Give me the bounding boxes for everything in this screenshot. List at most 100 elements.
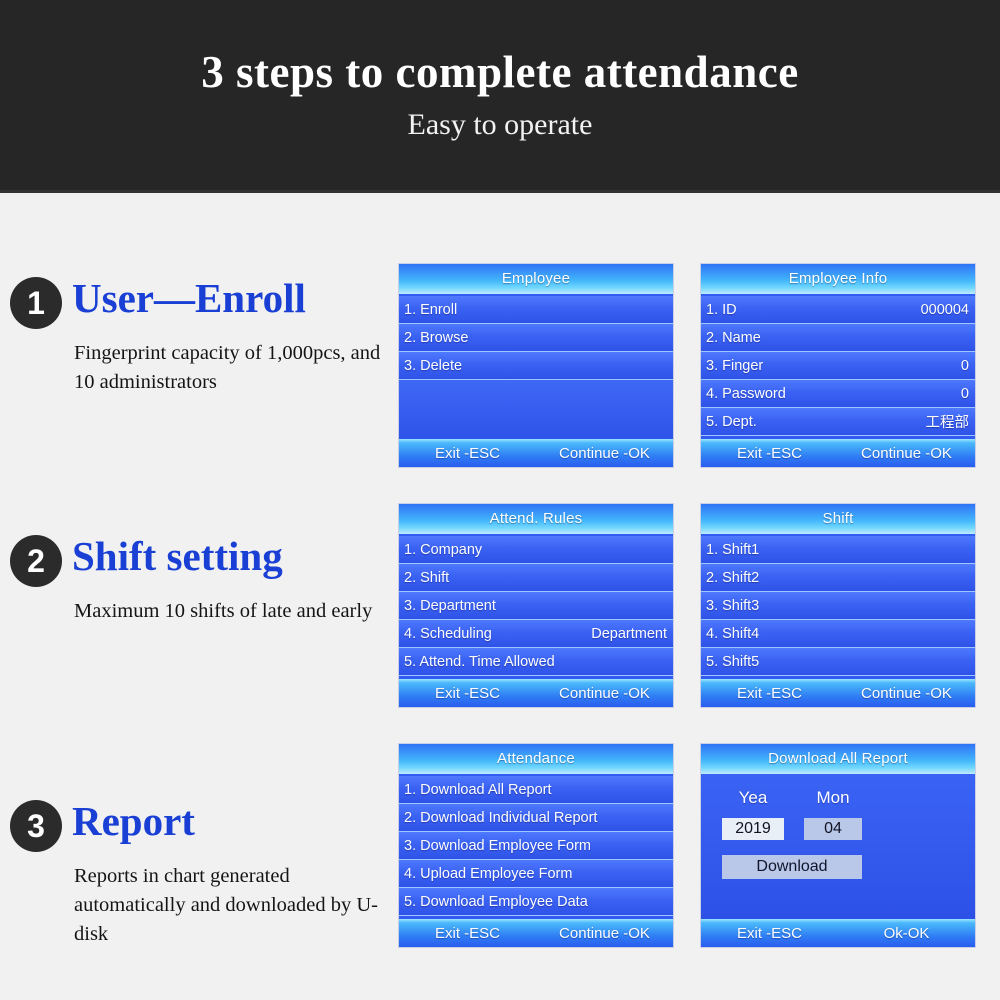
menu-item-download-individual-report[interactable]: 2. Download Individual Report: [399, 804, 673, 832]
device-screen-attend-rules: Attend. Rules 1. Company 2. Shift 3. Dep…: [398, 503, 674, 708]
screen-title: Attendance: [399, 744, 673, 774]
step-heading-3: Report: [72, 798, 195, 844]
menu-item-label: 2. Download Individual Report: [404, 809, 598, 826]
exit-button[interactable]: Exit -ESC: [701, 685, 838, 702]
step-heading-1: User—Enroll: [72, 275, 306, 321]
page-subtitle: Easy to operate: [407, 108, 593, 141]
menu-item-scheduling[interactable]: 4. Scheduling Department: [399, 620, 673, 648]
screen-title: Attend. Rules: [399, 504, 673, 534]
step-body-3: Reports in chart generated automatically…: [74, 865, 378, 946]
screen-menu-list: 1. Company 2. Shift 3. Department 4. Sch…: [399, 534, 673, 679]
device-screen-employee-info: Employee Info 1. ID 000004 2. Name 3. Fi…: [700, 263, 976, 468]
menu-item-enroll[interactable]: 1. Enroll: [399, 296, 673, 324]
menu-item-label: 2. Shift2: [706, 569, 760, 586]
month-label: Mon: [816, 788, 850, 807]
menu-item-label: 5. Download Employee Data: [404, 893, 588, 910]
menu-item-name[interactable]: 2. Name: [701, 324, 975, 352]
menu-item-password[interactable]: 4. Password 0: [701, 380, 975, 408]
screen-title: Download All Report: [701, 744, 975, 774]
menu-item-finger[interactable]: 3. Finger 0: [701, 352, 975, 380]
page-title: 3 steps to complete attendance: [201, 47, 799, 97]
menu-item-label: 3. Delete: [404, 357, 463, 374]
page-header: 3 steps to complete attendance Easy to o…: [0, 0, 1000, 193]
ok-button[interactable]: Ok-OK: [838, 925, 975, 942]
menu-item-label: 3. Download Employee Form: [404, 837, 591, 854]
menu-item-attend-time-allowed[interactable]: 5. Attend. Time Allowed: [399, 648, 673, 676]
continue-button[interactable]: Continue -OK: [536, 925, 673, 942]
menu-item-label: 1. Download All Report: [404, 781, 552, 798]
menu-item-download-all-report[interactable]: 1. Download All Report: [399, 776, 673, 804]
menu-item-delete[interactable]: 3. Delete: [399, 352, 673, 380]
menu-item-value: 0: [960, 385, 969, 402]
exit-button[interactable]: Exit -ESC: [399, 685, 536, 702]
year-label: Yea: [738, 788, 768, 807]
step-number-badge-1: 1: [10, 277, 62, 329]
download-form: Yea Mon 2019 04 Download: [701, 774, 975, 919]
menu-item-label: 3. Finger: [706, 357, 764, 374]
screen-menu-list: 1. Enroll 2. Browse 3. Delete: [399, 294, 673, 439]
menu-item-shift2[interactable]: 2. Shift2: [701, 564, 975, 592]
menu-item-label: 5. Attend. Time Allowed: [404, 653, 555, 670]
month-input[interactable]: 04: [804, 818, 862, 840]
menu-item-label: 5. Shift5: [706, 653, 760, 670]
menu-item-upload-employee-form[interactable]: 4. Upload Employee Form: [399, 860, 673, 888]
menu-item-dept[interactable]: 5. Dept. 工程部: [701, 408, 975, 436]
menu-item-label: 4. Password: [706, 385, 786, 402]
screen-menu-list: 1. Shift1 2. Shift2 3. Shift3 4. Shift4 …: [701, 534, 975, 679]
continue-button[interactable]: Continue -OK: [536, 685, 673, 702]
continue-button[interactable]: Continue -OK: [838, 445, 975, 462]
screen-title: Shift: [701, 504, 975, 534]
menu-item-label: 1. Company: [404, 541, 483, 558]
menu-item-label: 3. Shift3: [706, 597, 760, 614]
screen-footer: Exit -ESC Continue -OK: [399, 439, 673, 467]
device-screen-attendance: Attendance 1. Download All Report 2. Dow…: [398, 743, 674, 948]
menu-item-value: 0: [960, 357, 969, 374]
continue-button[interactable]: Continue -OK: [838, 685, 975, 702]
menu-item-label: 2. Shift: [404, 569, 450, 586]
screen-title: Employee Info: [701, 264, 975, 294]
screen-footer: Exit -ESC Continue -OK: [701, 679, 975, 707]
menu-item-label: 2. Name: [706, 329, 761, 346]
menu-item-label: 1. Enroll: [404, 301, 458, 318]
exit-button[interactable]: Exit -ESC: [701, 925, 838, 942]
menu-item-value: 工程部: [925, 415, 970, 431]
menu-empty-space: [399, 380, 673, 439]
step-body-1: Fingerprint capacity of 1,000pcs, and 10…: [74, 342, 381, 394]
screen-footer: Exit -ESC Continue -OK: [701, 439, 975, 467]
screen-footer: Exit -ESC Ok-OK: [701, 919, 975, 947]
menu-item-label: 3. Department: [404, 597, 496, 614]
screen-menu-list: 1. ID 000004 2. Name 3. Finger 0 4. Pass…: [701, 294, 975, 439]
menu-item-download-employee-form[interactable]: 3. Download Employee Form: [399, 832, 673, 860]
exit-button[interactable]: Exit -ESC: [701, 445, 838, 462]
continue-button[interactable]: Continue -OK: [536, 445, 673, 462]
menu-item-label: 5. Dept.: [706, 413, 757, 430]
exit-button[interactable]: Exit -ESC: [399, 445, 536, 462]
menu-item-shift3[interactable]: 3. Shift3: [701, 592, 975, 620]
year-input[interactable]: 2019: [722, 818, 784, 840]
menu-item-id[interactable]: 1. ID 000004: [701, 296, 975, 324]
screen-footer: Exit -ESC Continue -OK: [399, 919, 673, 947]
step-number-badge-2: 2: [10, 535, 62, 587]
menu-item-company[interactable]: 1. Company: [399, 536, 673, 564]
exit-button[interactable]: Exit -ESC: [399, 925, 536, 942]
screen-menu-list: 1. Download All Report 2. Download Indiv…: [399, 774, 673, 919]
menu-item-shift1[interactable]: 1. Shift1: [701, 536, 975, 564]
download-button[interactable]: Download: [722, 855, 862, 879]
menu-item-browse[interactable]: 2. Browse: [399, 324, 673, 352]
menu-item-label: 1. Shift1: [706, 541, 760, 558]
menu-item-shift[interactable]: 2. Shift: [399, 564, 673, 592]
menu-item-shift5[interactable]: 5. Shift5: [701, 648, 975, 676]
menu-item-department[interactable]: 3. Department: [399, 592, 673, 620]
device-screen-shift: Shift 1. Shift1 2. Shift2 3. Shift3 4. S…: [700, 503, 976, 708]
menu-item-label: 2. Browse: [404, 329, 469, 346]
menu-item-label: 1. ID: [706, 301, 737, 318]
step-number-badge-3: 3: [10, 800, 62, 852]
device-screen-employee: Employee 1. Enroll 2. Browse 3. Delete E…: [398, 263, 674, 468]
menu-item-label: 4. Shift4: [706, 625, 760, 642]
screen-footer: Exit -ESC Continue -OK: [399, 679, 673, 707]
menu-item-value: 000004: [920, 301, 969, 318]
step-heading-2: Shift setting: [72, 533, 283, 579]
device-screen-download-all-report: Download All Report Yea Mon 2019 04 Down…: [700, 743, 976, 948]
menu-item-download-employee-data[interactable]: 5. Download Employee Data: [399, 888, 673, 916]
menu-item-shift4[interactable]: 4. Shift4: [701, 620, 975, 648]
